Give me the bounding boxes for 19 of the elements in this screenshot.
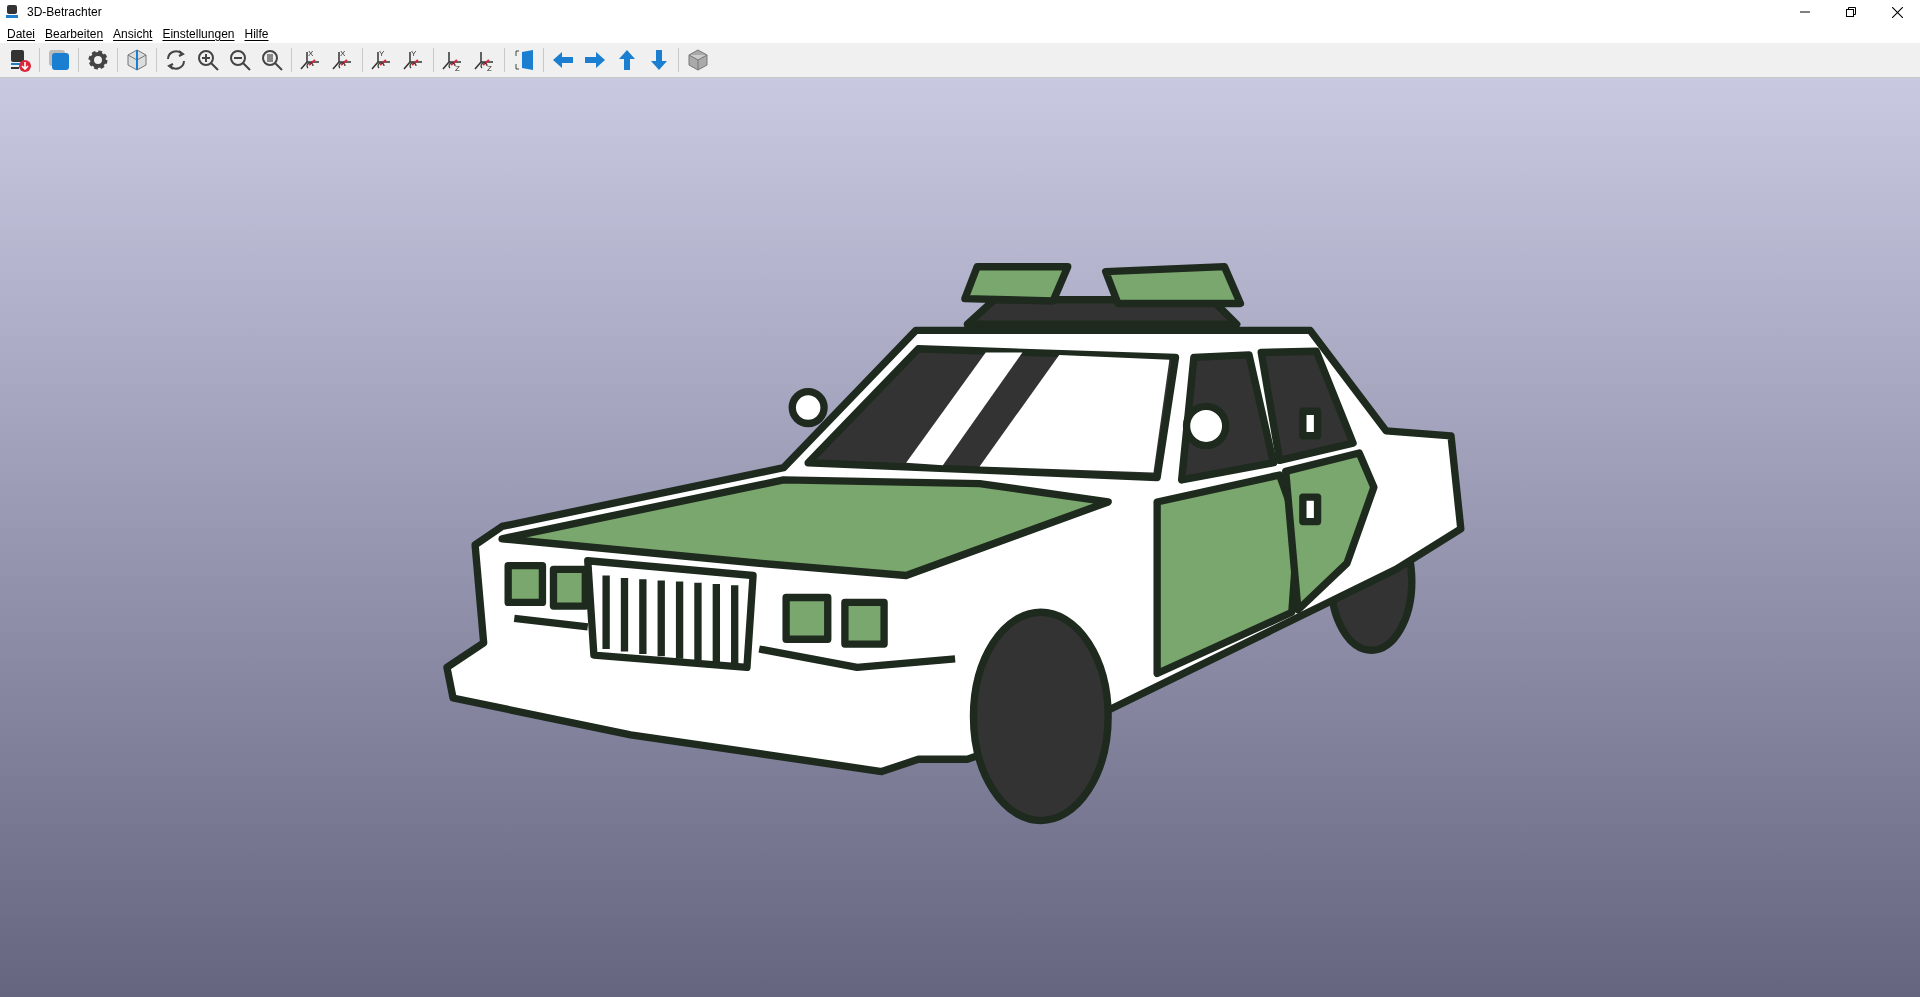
window-title: 3D-Betrachter xyxy=(27,4,102,21)
flip-icon xyxy=(512,48,536,72)
close-icon xyxy=(1891,6,1903,18)
refresh-icon xyxy=(164,48,188,72)
square-icon xyxy=(47,48,71,72)
zoom-fit-icon xyxy=(260,48,284,72)
menu-item[interactable]: Datei xyxy=(2,24,40,43)
cube-icon xyxy=(686,48,710,72)
zoom-out-icon xyxy=(228,48,252,72)
box-icon xyxy=(125,48,149,72)
menu-item[interactable]: Ansicht xyxy=(108,24,158,43)
menu-item[interactable]: Bearbeiten xyxy=(40,24,109,43)
menu-item[interactable]: Einstellungen xyxy=(157,24,240,43)
zoom-in-icon xyxy=(196,48,220,72)
export-icon xyxy=(8,48,32,72)
settings-icon xyxy=(86,48,110,72)
restore-icon xyxy=(1846,7,1856,17)
menu-item[interactable]: Hilfe xyxy=(239,24,274,43)
app-icon xyxy=(6,5,18,19)
